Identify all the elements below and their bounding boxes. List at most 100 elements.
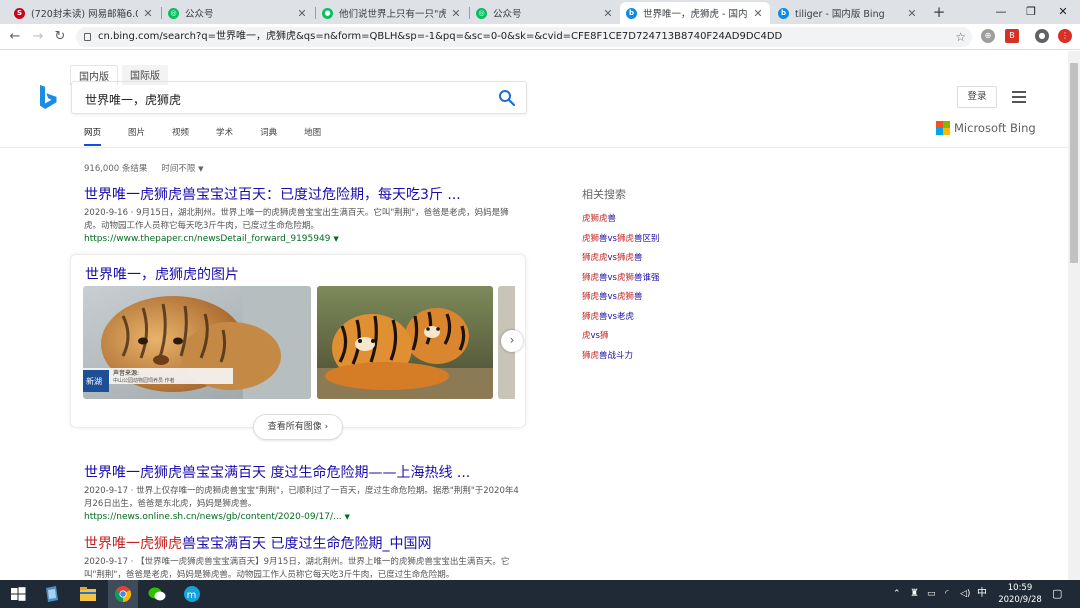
related-search-link[interactable]: 虎vs狮: [582, 329, 660, 349]
search-verticals-nav: 网页 图片 视频 学术 词典 地图: [84, 126, 348, 146]
tab-academic[interactable]: 学术: [216, 126, 233, 146]
result-count-row: 916,000 条结果 时间不限 ▼: [84, 162, 203, 174]
profile-avatar-icon[interactable]: ●: [1035, 29, 1049, 43]
related-text: vs: [590, 331, 600, 341]
url-text: cn.bing.com/search?q=世界唯一，虎狮虎&qs=n&form=…: [98, 31, 783, 42]
search-input[interactable]: 世界唯一，虎狮虎: [85, 91, 181, 108]
browser-tab-active[interactable]: b 世界唯一，虎狮虎 - 国内版 B ✕: [620, 2, 770, 24]
extension-icon[interactable]: ⊕: [981, 29, 995, 43]
result-title-link[interactable]: 世界唯一虎狮虎兽宝宝满百天 已度过生命危险期_中国网: [84, 533, 524, 553]
microsoft-logo-icon: [936, 121, 950, 135]
network-icon[interactable]: ◜: [945, 580, 949, 608]
window-close-button[interactable]: ✕: [1048, 2, 1078, 22]
microsoft-bing-brand[interactable]: Microsoft Bing: [936, 121, 1036, 135]
close-icon[interactable]: ✕: [906, 7, 918, 20]
related-text: vs: [607, 253, 617, 263]
chrome-menu-icon[interactable]: ⋮: [1058, 29, 1072, 43]
hamburger-menu-icon[interactable]: [1012, 91, 1026, 103]
result-url[interactable]: https://news.online.sh.cn/news/gb/conten…: [84, 512, 524, 522]
time-filter-dropdown[interactable]: 时间不限 ▼: [161, 162, 203, 174]
adult-tigers-illustration: [317, 286, 493, 399]
related-searches-title: 相关搜索: [582, 188, 626, 201]
tab-maps[interactable]: 地图: [304, 126, 321, 146]
tray-overflow-chevron-icon[interactable]: ⌃: [893, 580, 901, 608]
carousel-next-chevron-icon[interactable]: ›: [501, 330, 523, 352]
search-result: 世界唯一虎狮虎兽宝宝满百天 已度过生命危险期_中国网 2020-9-17 · 【…: [84, 533, 524, 582]
chrome-icon[interactable]: [113, 584, 133, 604]
tab-web[interactable]: 网页: [84, 126, 102, 146]
tab-strip: S (720封未读) 网易邮箱6.0版 ✕ ◎ 公众号 ✕ ● 他们说世界上只有…: [0, 0, 1080, 24]
result-snippet: 2020-9-17 · 【世界唯一虎狮虎兽宝宝满百天】9月15日，湖北荆州。世界…: [84, 557, 510, 580]
result-url-text: https://www.thepaper.cn/newsDetail_forwa…: [84, 234, 331, 244]
bing-logo-icon[interactable]: [38, 84, 58, 112]
maximize-button[interactable]: ❐: [1016, 2, 1046, 22]
tab-images[interactable]: 图片: [128, 126, 145, 146]
scrollbar-thumb[interactable]: [1070, 63, 1078, 263]
tab-title: 公众号: [185, 9, 214, 20]
search-box[interactable]: 世界唯一，虎狮虎: [71, 81, 527, 114]
lock-icon: [84, 33, 91, 41]
related-search-link[interactable]: 狮虎兽vs老虎: [582, 310, 660, 330]
see-all-images-button[interactable]: 查看所有图像 ›: [253, 414, 343, 440]
tab-videos[interactable]: 视频: [172, 126, 189, 146]
close-icon[interactable]: ✕: [450, 7, 462, 20]
related-hl: 狮虎: [616, 233, 634, 244]
caret-down-icon[interactable]: ▼: [345, 513, 350, 521]
adult-tigers-image[interactable]: [317, 286, 493, 399]
app-icon[interactable]: [42, 584, 62, 604]
related-hl: 虎: [582, 331, 591, 341]
address-bar[interactable]: cn.bing.com/search?q=世界唯一，虎狮虎&qs=n&form=…: [76, 27, 972, 47]
related-search-link[interactable]: 狮虎虎vs狮虎兽: [582, 251, 660, 271]
extension-icon[interactable]: B: [1005, 29, 1019, 43]
related-search-link[interactable]: 虎狮兽vs狮虎兽区别: [582, 232, 660, 252]
browser-tab[interactable]: b tiliger - 国内版 Bing ✕: [772, 2, 924, 24]
wechat-mp-icon: ◎: [476, 7, 487, 19]
brand-text: Microsoft Bing: [954, 121, 1036, 135]
result-title-link[interactable]: 世界唯一虎狮虎兽宝宝过百天：已度过危险期，每天吃3斤 ...: [84, 184, 524, 204]
result-title-link[interactable]: 世界唯一虎狮虎兽宝宝满百天 度过生命危险期——上海热线 ...: [84, 462, 524, 482]
tray-app-icon[interactable]: ♜: [910, 580, 919, 608]
related-search-link[interactable]: 狮虎兽vs虎狮兽谁强: [582, 271, 660, 291]
tab-dictionary[interactable]: 词典: [260, 126, 277, 146]
related-text: 兽vs: [599, 272, 617, 283]
related-search-link[interactable]: 狮虎兽战斗力: [582, 349, 660, 369]
result-title-rest: 兽宝宝满百天 已度过生命危险期_中国网: [182, 536, 432, 552]
close-icon[interactable]: ✕: [752, 7, 764, 20]
related-text: 兽区别: [634, 233, 660, 244]
forward-arrow-icon[interactable]: →: [29, 28, 47, 46]
image-card-title[interactable]: 世界唯一，虎狮虎的图片: [85, 264, 239, 284]
search-result: 世界唯一虎狮虎兽宝宝过百天：已度过危险期，每天吃3斤 ... 2020-9-16…: [84, 184, 524, 244]
search-icon[interactable]: [498, 89, 516, 107]
related-text: 兽战斗力: [599, 350, 634, 361]
related-search-link[interactable]: 狮虎兽vs虎狮兽: [582, 290, 660, 310]
related-search-link[interactable]: 虎狮虎兽: [582, 212, 660, 232]
login-button[interactable]: 登录: [957, 86, 997, 108]
browser-tab[interactable]: ● 他们说世界上只有一只"虎狮 ✕: [316, 2, 468, 24]
related-hl: 虎狮: [616, 272, 634, 283]
caret-down-icon[interactable]: ▼: [333, 235, 338, 243]
page-scrollbar[interactable]: [1068, 51, 1080, 580]
close-icon[interactable]: ✕: [602, 7, 614, 20]
ime-indicator[interactable]: 中: [977, 580, 987, 608]
result-url[interactable]: https://www.thepaper.cn/newsDetail_forwa…: [84, 234, 524, 244]
volume-icon[interactable]: ◁): [960, 580, 970, 608]
browser-tab[interactable]: ◎ 公众号 ✕: [470, 2, 620, 24]
related-hl: 狮虎虎: [582, 253, 608, 263]
new-tab-button[interactable]: +: [930, 3, 948, 21]
back-arrow-icon[interactable]: ←: [6, 28, 24, 46]
reload-icon[interactable]: ↻: [51, 28, 69, 46]
file-explorer-icon[interactable]: [78, 584, 98, 604]
browser-tab[interactable]: S (720封未读) 网易邮箱6.0版 ✕: [8, 2, 160, 24]
close-icon[interactable]: ✕: [142, 7, 154, 20]
browser-tab[interactable]: ◎ 公众号 ✕: [162, 2, 314, 24]
battery-icon[interactable]: ▭: [927, 580, 936, 608]
wechat-icon[interactable]: [147, 584, 167, 604]
minimize-button[interactable]: —: [986, 2, 1016, 22]
app-icon[interactable]: m: [182, 584, 202, 604]
notification-icon[interactable]: ▢: [1052, 580, 1062, 608]
close-icon[interactable]: ✕: [296, 7, 308, 20]
tiger-cub-image[interactable]: 新湖 声音来源: 中山公园动物园饲养员 作者: [83, 286, 311, 399]
system-clock[interactable]: 10:59 2020/9/28: [996, 582, 1044, 606]
windows-start-icon[interactable]: [8, 584, 28, 604]
bookmark-star-icon[interactable]: ☆: [955, 27, 966, 47]
